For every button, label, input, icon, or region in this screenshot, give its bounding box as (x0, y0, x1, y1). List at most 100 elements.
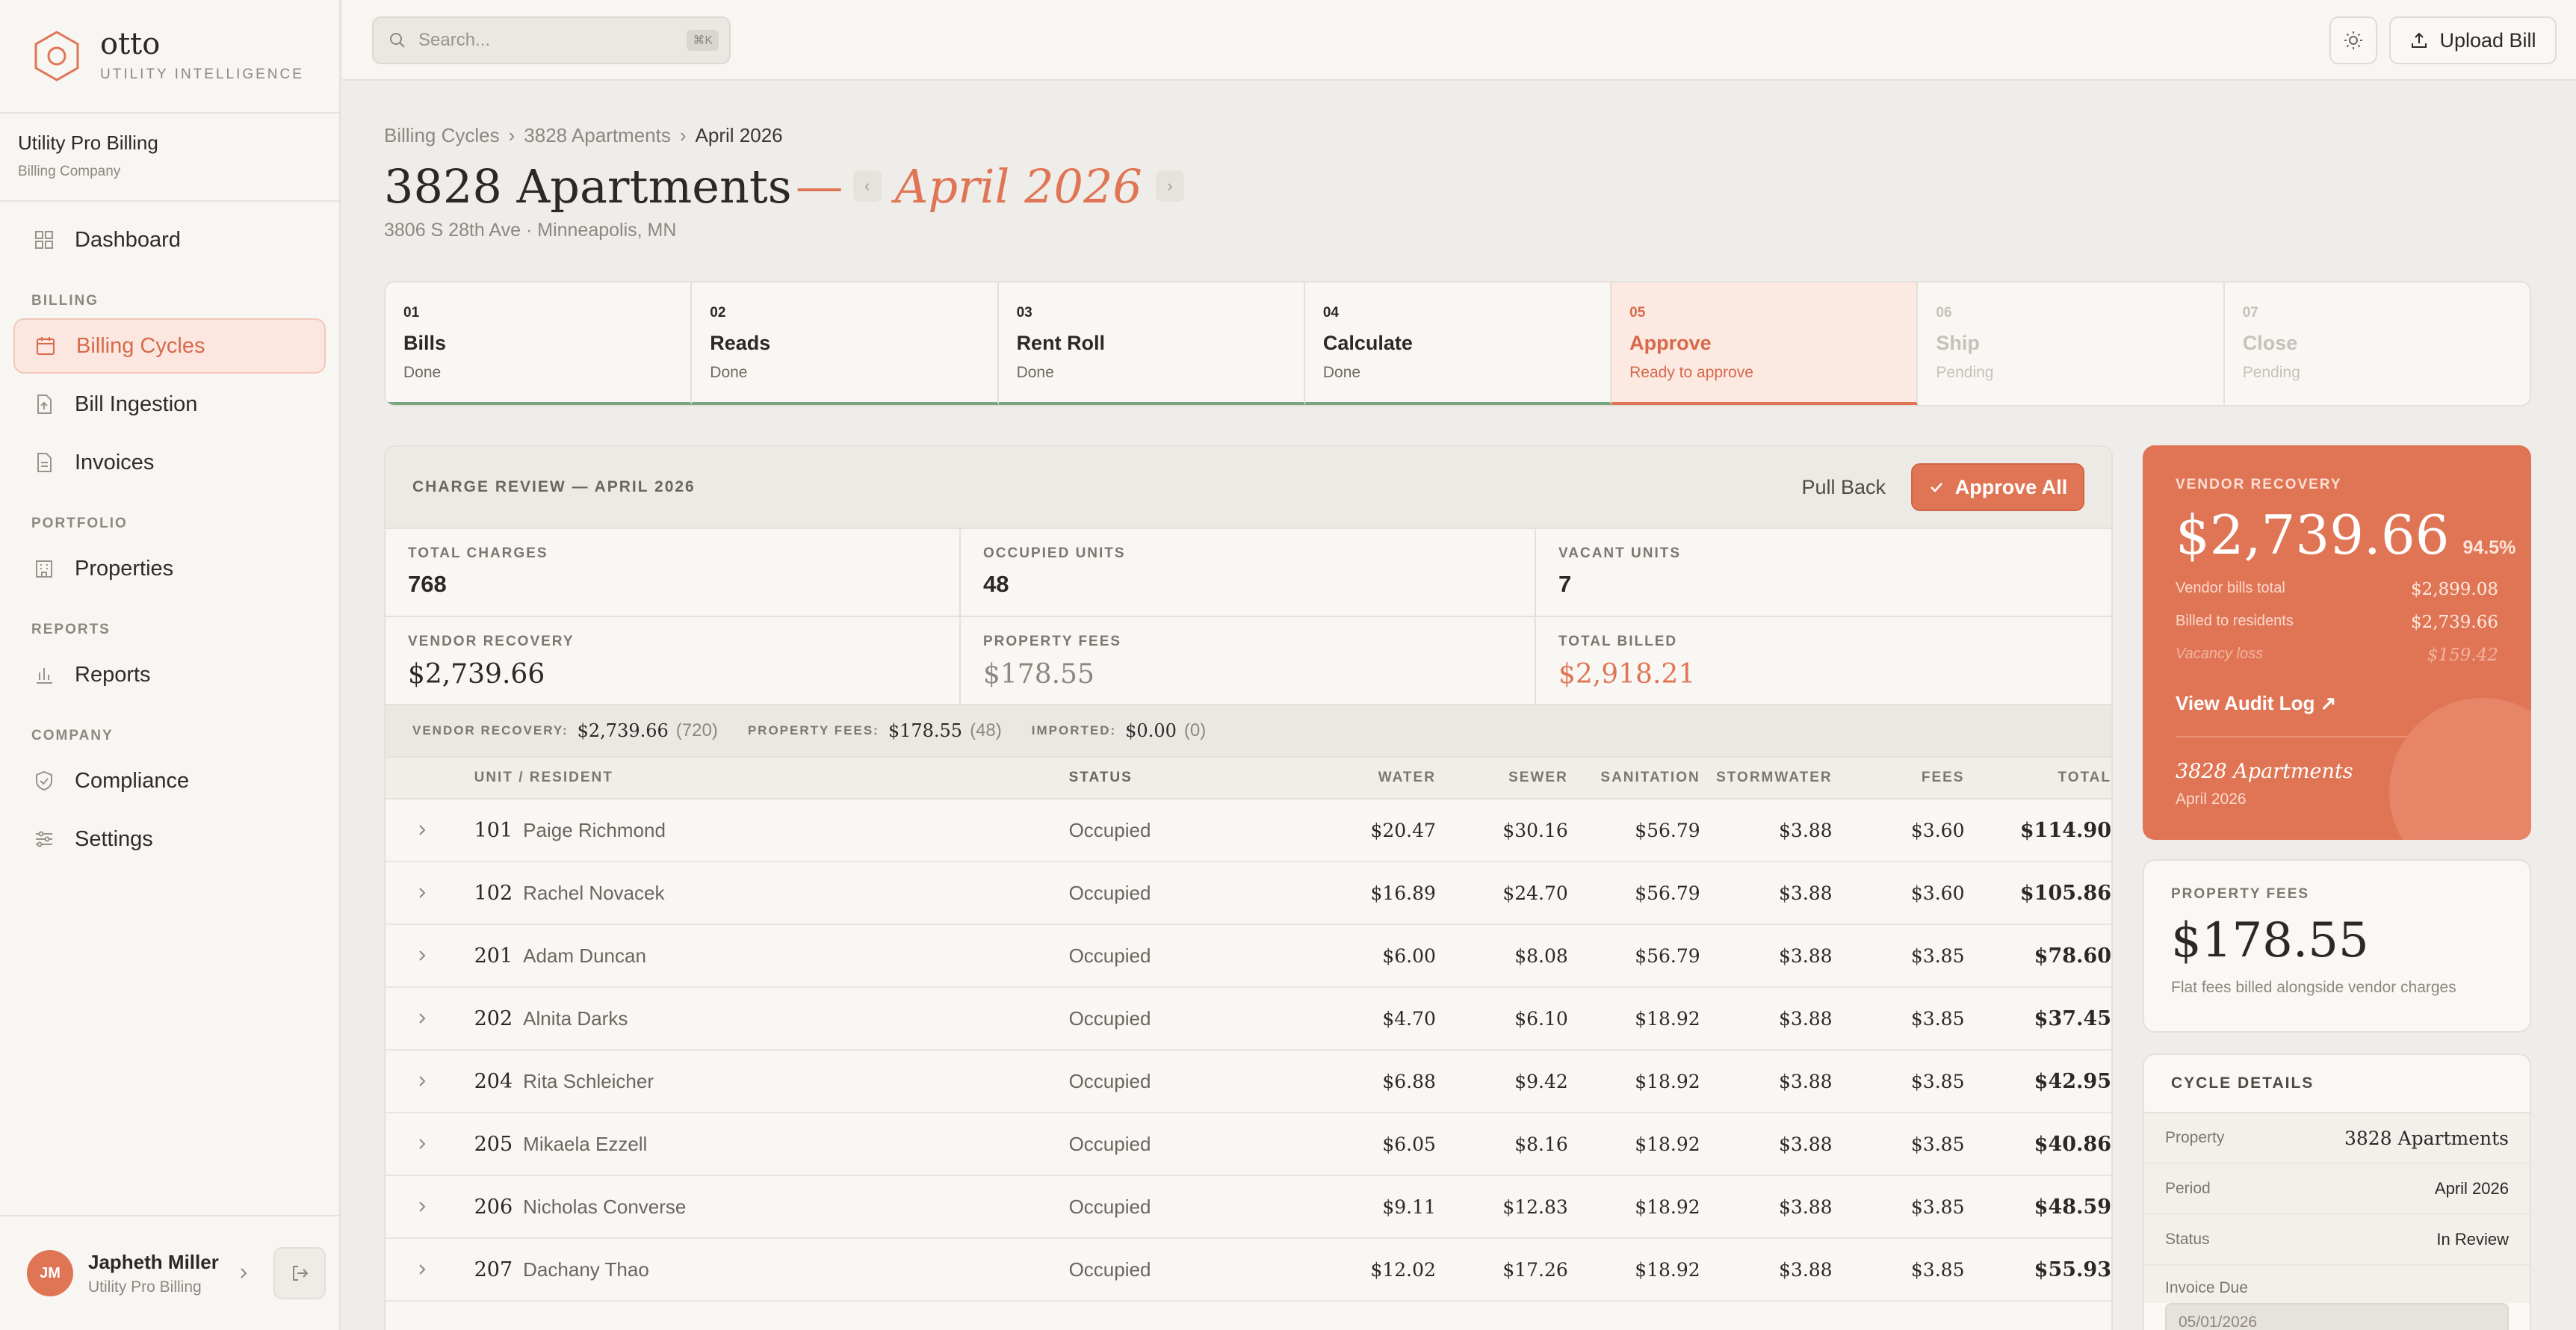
nav-section-billing: BILLING (31, 293, 99, 309)
water-cell: $6.00 (1382, 944, 1436, 967)
user-org: Utility Pro Billing (88, 1278, 202, 1296)
sidebar-item-invoices[interactable]: Invoices (13, 435, 326, 490)
logout-button[interactable] (273, 1247, 326, 1299)
table-row[interactable]: 101 Paige Richmond Occupied $20.47 $30.16 $56… (386, 799, 2111, 862)
stat-vendor-recovery: VENDOR RECOVERY $2,739.66 (386, 617, 961, 705)
brand[interactable]: otto UTILITY INTELLIGENCE (0, 0, 339, 114)
org-type: Billing Company (18, 164, 121, 179)
table-row[interactable]: 102 Rachel Novacek Occupied $16.89 $24.70 $56… (386, 862, 2111, 925)
column-header-sanitation[interactable]: SANITATION (1568, 770, 1700, 786)
column-header-sewer[interactable]: SEWER (1436, 770, 1568, 786)
step-bills[interactable]: 01 Bills Done (386, 282, 693, 405)
summary-value: $178.55 (888, 720, 963, 741)
sanitation-cell: $18.92 (1635, 1133, 1700, 1155)
expand-row-button[interactable] (386, 1258, 474, 1281)
breadcrumb-root[interactable]: Billing Cycles (384, 124, 500, 147)
expand-row-button[interactable] (386, 1070, 474, 1093)
stat-value: 48 (983, 571, 1009, 597)
brand-tagline: UTILITY INTELLIGENCE (100, 66, 304, 82)
expand-row-button[interactable] (386, 1133, 474, 1156)
table-row[interactable]: 201 Adam Duncan Occupied $6.00 $8.08 $56.79 $3… (386, 925, 2111, 988)
property-address: 3806 S 28th Ave · Minneapolis, MN (384, 220, 677, 241)
sidebar-item-label: Settings (75, 826, 153, 851)
step-name: Close (2242, 332, 2298, 354)
fees-cell: $3.60 (1910, 882, 1965, 904)
sidebar-item-compliance[interactable]: Compliance (13, 753, 326, 808)
invoice-due-input[interactable]: 05/01/2026 (2165, 1303, 2509, 1330)
step-approve[interactable]: 05 Approve Ready to approve (1611, 282, 1919, 405)
expand-row-button[interactable] (386, 1007, 474, 1030)
step-status: Pending (2242, 364, 2300, 381)
pull-back-button[interactable]: Pull Back (1801, 476, 1886, 499)
sidebar-item-bill-ingestion[interactable]: Bill Ingestion (13, 377, 326, 432)
table-row[interactable]: 205 Mikaela Ezzell Occupied $6.05 $8.16 $18.9… (386, 1113, 2111, 1176)
step-number: 04 (1322, 305, 1339, 321)
step-rent-roll[interactable]: 03 Rent Roll Done (998, 282, 1305, 405)
table-header: UNIT / RESIDENT STATUS WATER SEWER SANIT… (386, 758, 2111, 799)
upload-bill-button[interactable]: Upload Bill (2389, 16, 2557, 64)
expand-row-button[interactable] (386, 819, 474, 842)
sidebar-item-billing-cycles[interactable]: Billing Cycles (13, 318, 326, 374)
line-value: $2,739.66 (2410, 613, 2498, 632)
stat-value: $2,739.66 (408, 659, 545, 690)
page-period: April 2026 (894, 158, 1142, 214)
approve-all-button[interactable]: Approve All (1911, 463, 2084, 511)
next-period-button[interactable]: › (1155, 170, 1184, 202)
sanitation-cell: $18.92 (1635, 1070, 1700, 1092)
status-cell: Occupied (1068, 1132, 1151, 1155)
property-fees-card: PROPERTY FEES $178.55 Flat fees billed a… (2143, 859, 2531, 1033)
charge-review-title: CHARGE REVIEW — APRIL 2026 (412, 478, 696, 495)
resident-name: Mikaela Ezzell (523, 1132, 648, 1155)
expand-row-button[interactable] (386, 882, 474, 905)
detail-value: 3828 Apartments (2344, 1127, 2509, 1149)
sidebar-item-reports[interactable]: Reports (13, 647, 326, 702)
column-header-fees[interactable]: FEES (1833, 770, 1965, 786)
title-dash: — (797, 161, 841, 211)
expand-row-button[interactable] (386, 1196, 474, 1219)
user-menu[interactable]: JM Japheth Miller Utility Pro Billing (0, 1215, 341, 1330)
vendor-recovery-amount: $2,739.66 (2176, 504, 2450, 566)
column-header-unit[interactable]: UNIT / RESIDENT (474, 770, 1069, 786)
stat-label: PROPERTY FEES (983, 634, 1122, 649)
prev-period-button[interactable]: ‹ (852, 170, 882, 202)
step-reads[interactable]: 02 Reads Done (692, 282, 999, 405)
table-row[interactable]: 206 Nicholas Converse Occupied $9.11 $12.83 $… (386, 1176, 2111, 1239)
chevron-right-icon (419, 887, 426, 898)
sidebar-item-settings[interactable]: Settings (13, 811, 326, 867)
stat-value: $2,918.21 (1558, 659, 1696, 690)
unit-number: 202 (474, 1006, 513, 1030)
stats-grid: TOTAL CHARGES 768 OCCUPIED UNITS 48 VACA… (386, 529, 2111, 705)
table-row[interactable]: 207 Dachany Thao Occupied $12.02 $17.26 $18.9… (386, 1239, 2111, 1302)
property-fees-amount: $178.55 (2171, 913, 2369, 968)
theme-toggle-button[interactable] (2329, 16, 2377, 64)
column-header-water[interactable]: WATER (1304, 770, 1436, 786)
sliders-icon (36, 831, 52, 847)
step-number: 07 (2242, 305, 2258, 321)
stormwater-cell: $3.88 (1779, 1070, 1833, 1092)
column-header-total[interactable]: TOTAL (1964, 770, 2111, 786)
page-title: 3828 Apartments (384, 158, 792, 214)
org-switcher[interactable]: Utility Pro Billing Billing Company (0, 114, 339, 202)
sewer-cell: $12.83 (1502, 1196, 1568, 1218)
stat-property-fees: PROPERTY FEES $178.55 (961, 617, 1536, 705)
step-calculate[interactable]: 04 Calculate Done (1304, 282, 1612, 405)
unit-number: 206 (474, 1195, 513, 1219)
step-close: 07 Close Pending (2225, 282, 2530, 405)
breadcrumb-property[interactable]: 3828 Apartments (524, 124, 671, 147)
sidebar-item-dashboard[interactable]: Dashboard (13, 212, 326, 267)
avatar: JM (27, 1250, 73, 1296)
stormwater-cell: $3.88 (1779, 1196, 1833, 1218)
step-status: Done (1322, 364, 1361, 381)
sidebar-item-label: Invoices (75, 450, 155, 474)
table-row[interactable]: 204 Rita Schleicher Occupied $6.88 $9.42 $18.… (386, 1051, 2111, 1113)
cycle-details-title: CYCLE DETAILS (2144, 1055, 2530, 1113)
column-header-status[interactable]: STATUS (1069, 770, 1304, 786)
stat-occupied-units: OCCUPIED UNITS 48 (961, 529, 1536, 617)
column-header-stormwater[interactable]: STORMWATER (1700, 770, 1833, 786)
table-row[interactable]: 202 Alnita Darks Occupied $4.70 $6.10 $18.92 $… (386, 988, 2111, 1051)
sidebar-item-properties[interactable]: Properties (13, 541, 326, 596)
search-input[interactable]: Search... ⌘K (372, 16, 731, 64)
sewer-cell: $17.26 (1502, 1258, 1568, 1281)
detail-row-status: Status In Review (2144, 1215, 2530, 1266)
expand-row-button[interactable] (386, 944, 474, 968)
